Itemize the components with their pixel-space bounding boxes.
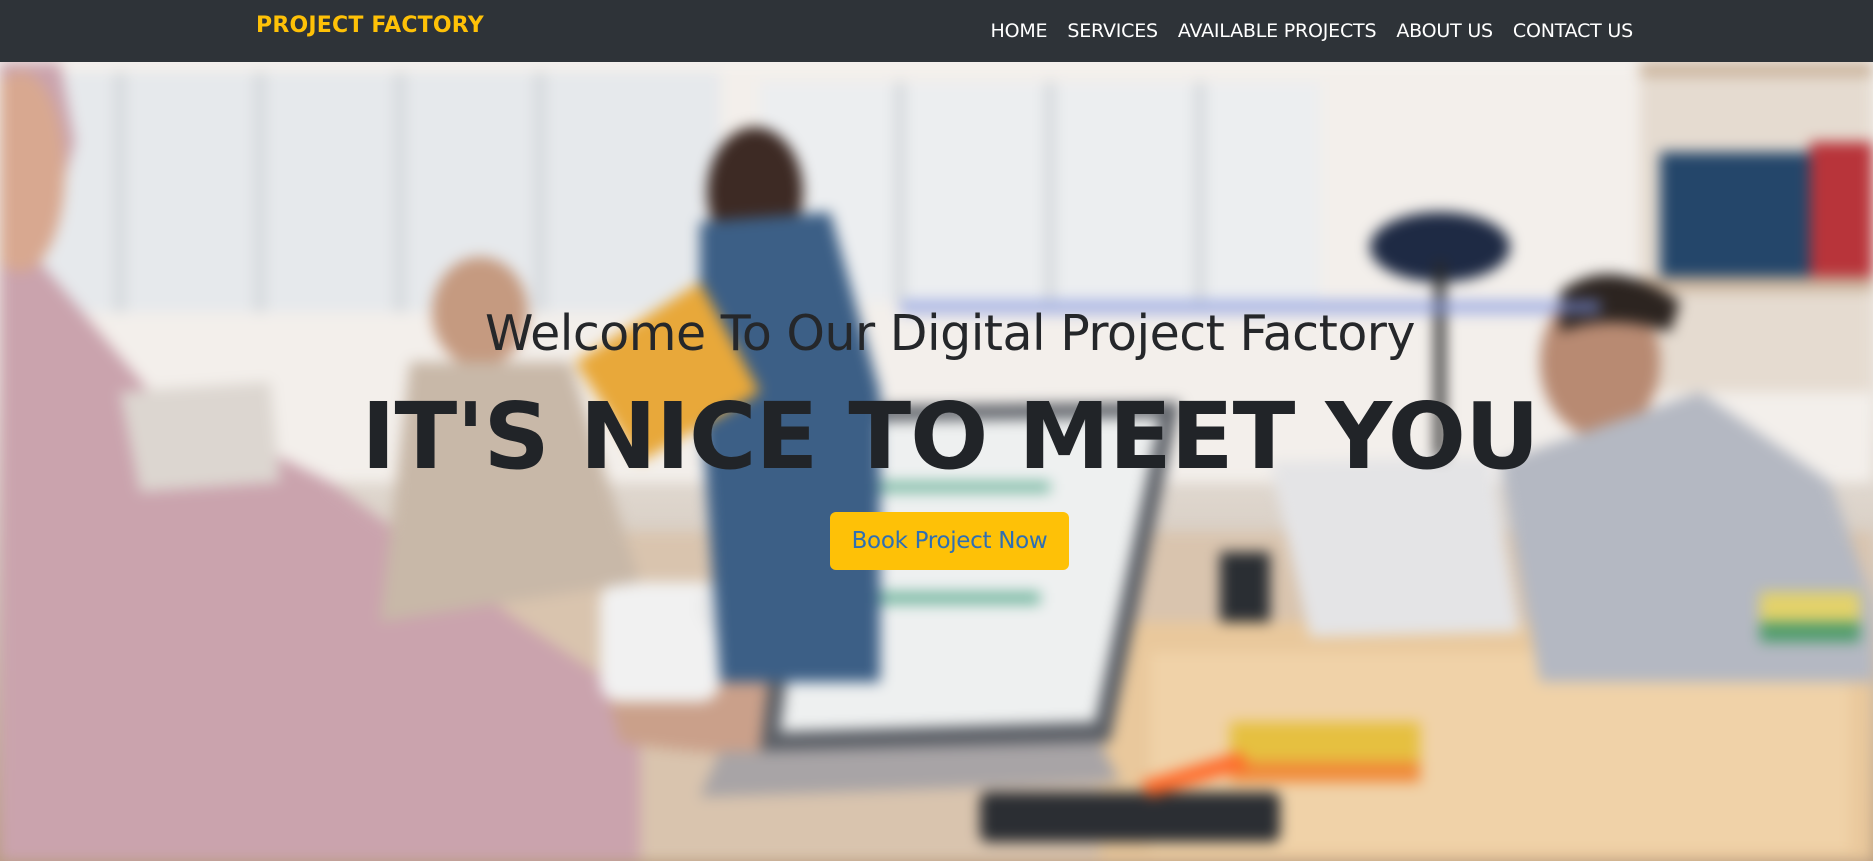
book-project-button[interactable]: Book Project Now: [830, 512, 1069, 570]
nav-link-services[interactable]: SERVICES: [1067, 20, 1158, 42]
page: PROJECT FACTORY HOME SERVICES AVAILABLE …: [0, 0, 1873, 861]
nav-link-contact-us[interactable]: CONTACT US: [1513, 20, 1633, 42]
brand-logo-link[interactable]: PROJECT FACTORY: [256, 13, 484, 38]
nav-link-about-us[interactable]: ABOUT US: [1396, 20, 1493, 42]
hero-content: Welcome To Our Digital Project Factory I…: [0, 0, 1873, 861]
nav-link-available-projects[interactable]: AVAILABLE PROJECTS: [1178, 20, 1377, 42]
hero-subheading: Welcome To Our Digital Project Factory: [485, 305, 1415, 362]
top-navbar: PROJECT FACTORY HOME SERVICES AVAILABLE …: [0, 0, 1873, 62]
hero-heading: IT'S NICE TO MEET YOU: [361, 383, 1539, 490]
nav-link-home[interactable]: HOME: [991, 20, 1048, 42]
nav-menu: HOME SERVICES AVAILABLE PROJECTS ABOUT U…: [991, 0, 1634, 62]
